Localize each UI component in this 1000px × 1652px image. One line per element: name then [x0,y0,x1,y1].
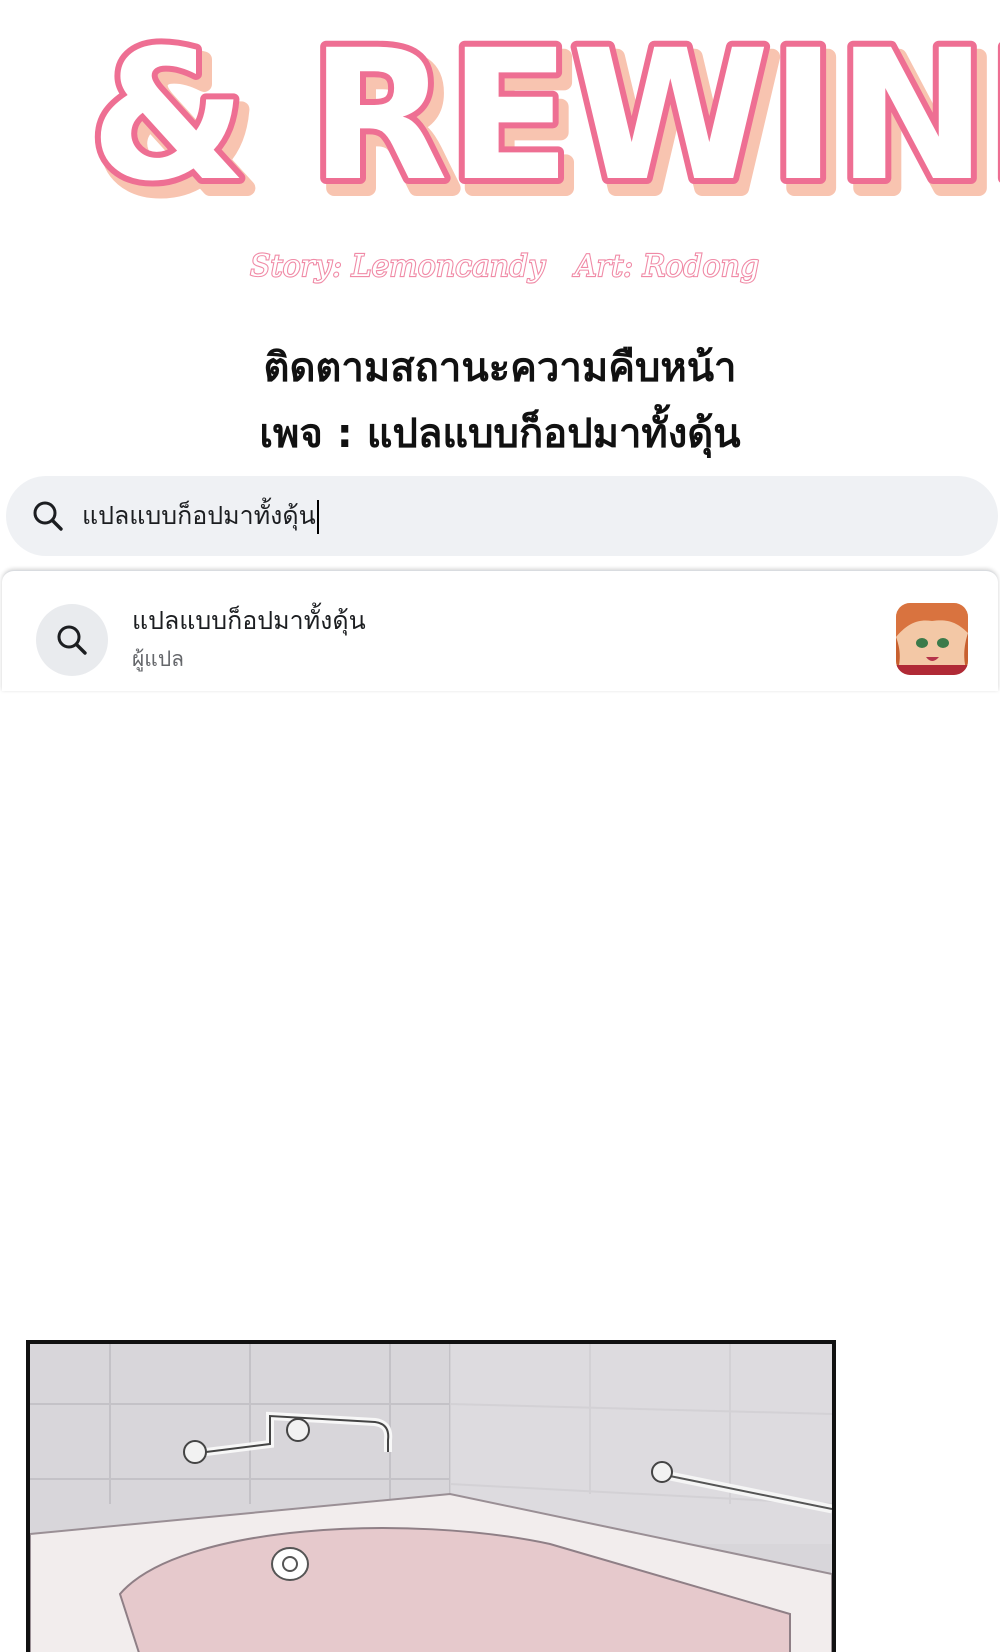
logo-art: & REWIND & REWIND [84,6,1000,225]
comic-panel-bathroom [26,1340,836,1652]
notice-line-2: เพจ : แปลแบบก็อปมาทั้งดุ้น [259,411,741,457]
result-subtitle: ผู้แปล [132,647,185,671]
search-result-item[interactable]: แปลแบบก็อปมาทั้งดุ้น ผู้แปล [2,570,998,691]
search-input[interactable]: แปลแบบก็อปมาทั้งดุ้น [82,496,319,536]
bathroom-illustration [30,1344,832,1652]
result-title: แปลแบบก็อปมาทั้งดุ้น [132,606,366,635]
logo-main-text: & REWIND [90,12,1000,221]
text-caret [316,500,319,534]
notice-line-1: ติดตามสถานะความคืบหน้า [263,345,737,391]
follow-notice: ติดตามสถานะความคืบหน้า เพจ : แปลแบบก็อปม… [0,335,1000,467]
result-search-icon-circle [36,604,108,676]
story-credit: Story: Lemoncandy [250,249,546,284]
search-icon [57,625,87,655]
comic-title-logo: & REWIND & REWIND [0,0,1000,225]
credits-line: Story: Lemoncandy Art: Rodong [0,240,1000,290]
page-avatar [896,603,968,675]
art-credit: Art: Rodong [572,249,759,284]
page: & REWIND & REWIND Story: Lemoncandy Art:… [0,0,1000,1652]
search-icon [28,496,68,536]
search-bar[interactable]: แปลแบบก็อปมาทั้งดุ้น [6,476,998,556]
search-input-value: แปลแบบก็อปมาทั้งดุ้น [82,501,316,530]
